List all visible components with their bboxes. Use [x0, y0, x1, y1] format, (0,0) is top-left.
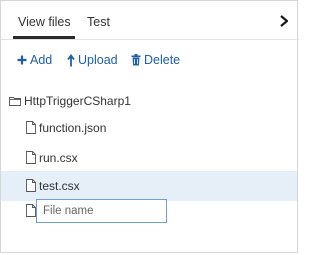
file-name-input[interactable]: [36, 199, 167, 223]
file-icon: [26, 179, 36, 192]
chevron-right-icon[interactable]: [278, 14, 290, 28]
upload-button[interactable]: Upload: [67, 51, 118, 69]
trash-icon: [131, 54, 141, 66]
toolbar: Add Upload Delete: [1, 51, 299, 69]
file-label: function.json: [39, 121, 107, 135]
folder-icon: [9, 97, 21, 106]
delete-button-label: Delete: [144, 53, 181, 67]
file-row-test-csx[interactable]: test.csx: [1, 171, 297, 201]
upload-button-label: Upload: [78, 53, 118, 67]
plus-icon: [17, 55, 27, 65]
file-icon: [26, 121, 36, 134]
add-button-label: Add: [30, 53, 53, 67]
file-icon: [26, 204, 36, 217]
delete-button[interactable]: Delete: [131, 51, 180, 69]
tree-root-folder[interactable]: HttpTriggerCSharp1: [9, 93, 131, 109]
file-row-run-csx[interactable]: run.csx: [1, 143, 297, 173]
file-label: test.csx: [39, 179, 80, 193]
tree-root-label: HttpTriggerCSharp1: [24, 94, 131, 108]
file-row-function-json[interactable]: function.json: [1, 113, 297, 143]
tab-view-files[interactable]: View files: [18, 15, 71, 30]
tab-divider: [1, 39, 299, 40]
file-icon: [26, 151, 36, 164]
tab-bar: View files Test: [1, 1, 299, 39]
tab-test[interactable]: Test: [87, 15, 110, 30]
file-label: run.csx: [39, 151, 78, 165]
file-explorer-panel: View files Test Add Upload Delete HttpTr…: [0, 0, 299, 253]
add-button[interactable]: Add: [17, 51, 52, 69]
upload-icon: [67, 53, 75, 66]
